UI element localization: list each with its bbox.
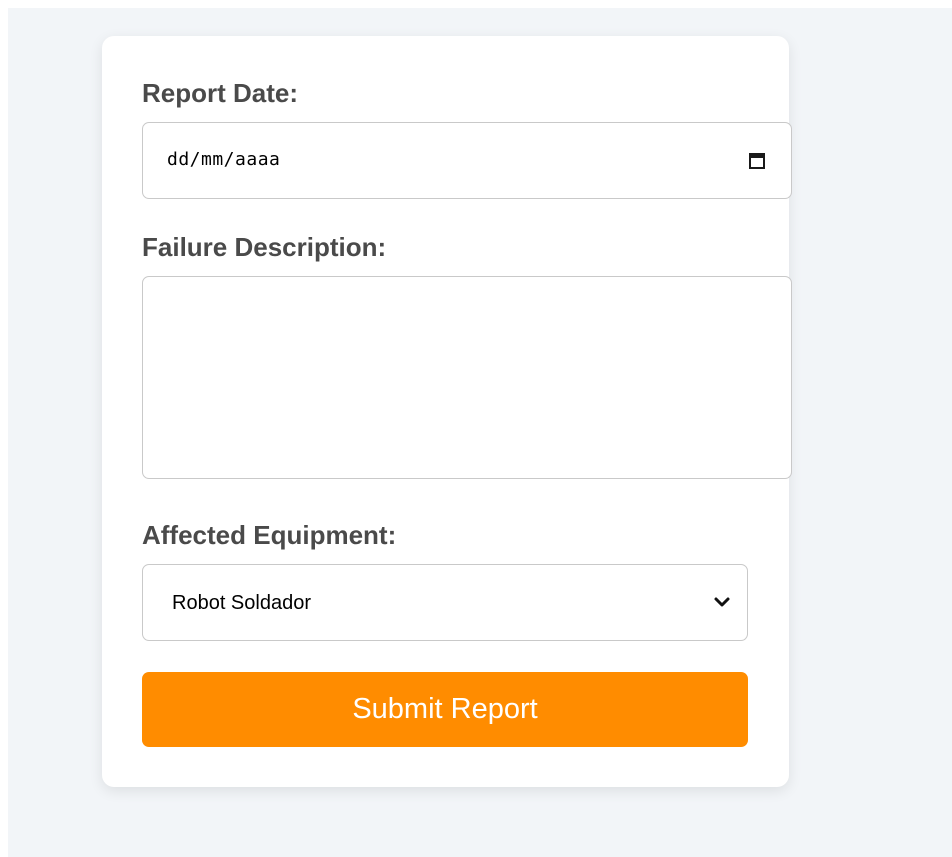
chevron-down-icon	[714, 597, 730, 607]
calendar-icon[interactable]	[747, 151, 767, 171]
report-form-card: Report Date: dd/mm/aaaa Failure Descript…	[102, 36, 792, 787]
submit-report-button[interactable]: Submit Report	[142, 672, 748, 747]
failure-description-label: Failure Description:	[142, 232, 387, 262]
affected-equipment-select[interactable]: Robot Soldador	[142, 564, 748, 641]
failure-description-textarea[interactable]	[142, 276, 792, 479]
affected-equipment-selected: Robot Soldador	[172, 592, 311, 614]
report-date-input[interactable]: dd/mm/aaaa	[142, 122, 792, 199]
report-date-label: Report Date:	[142, 78, 299, 108]
affected-equipment-label: Affected Equipment:	[142, 520, 397, 550]
report-date-placeholder: dd/mm/aaaa	[167, 149, 281, 170]
